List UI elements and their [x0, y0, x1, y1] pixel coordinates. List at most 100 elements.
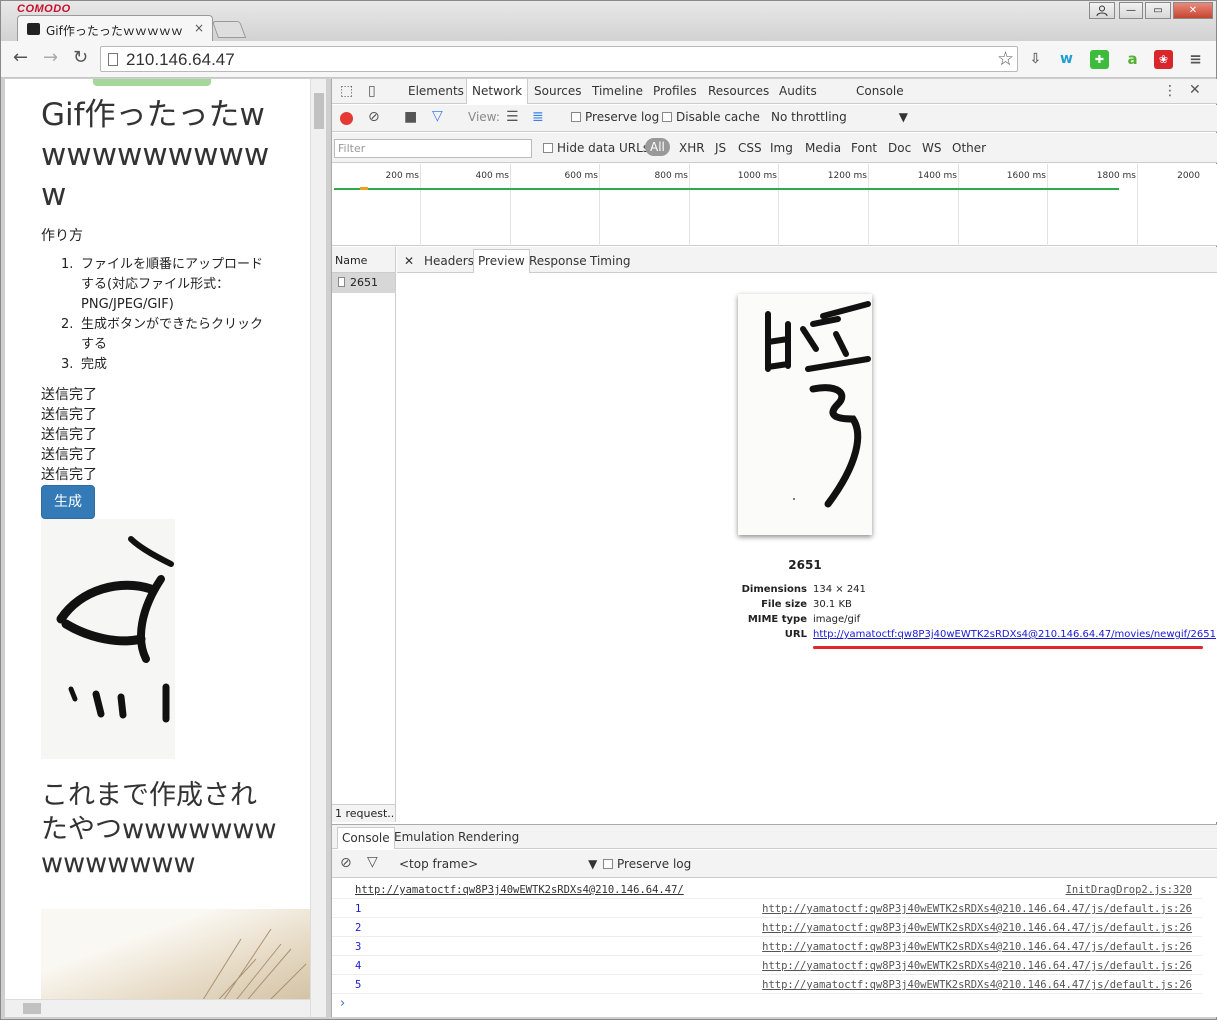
download-icon[interactable]: ⇩ [1026, 50, 1045, 69]
preview-filename: 2651 [788, 558, 822, 572]
reload-icon[interactable]: ↻ [73, 49, 88, 67]
tab-elements[interactable]: Elements [408, 84, 464, 98]
sent-status: 送信完了 [41, 407, 97, 423]
vertical-scrollbar[interactable] [310, 79, 326, 1017]
red-extension-icon[interactable]: ❀ [1154, 50, 1173, 69]
browser-toolbar: ← → ↻ 210.146.64.47 ☆ ⇩ w ✚ a ❀ ≡ [1, 41, 1216, 78]
gallery-heading: これまで作成されたやつwwwwwwwwwwwwww [41, 780, 277, 879]
console-preserve-log-checkbox[interactable]: Preserve log [603, 857, 691, 871]
menu-icon[interactable]: ≡ [1186, 50, 1205, 69]
record-icon[interactable] [340, 112, 353, 125]
disable-cache-checkbox[interactable]: Disable cache [662, 110, 760, 124]
title-bar: COMODO Gif作ったったｗｗｗｗｗ × — ▭ ✕ [1, 1, 1216, 42]
close-detail-icon[interactable]: ✕ [404, 254, 414, 268]
console-source-link[interactable]: http://yamatoctf:qw8P3j40wEWTK2sRDXs4@21… [762, 941, 1192, 953]
timeline-label: 1000 ms [737, 171, 777, 181]
tab-preview[interactable]: Preview [473, 249, 530, 273]
list-item: 1. ファイルを順番にアップロードする(対応ファイル形式：PNG/JPEG/GIF… [61, 257, 264, 312]
user-icon[interactable] [1089, 2, 1115, 19]
waterfall-view-icon[interactable]: ≣ [532, 109, 544, 125]
filter-type-media[interactable]: Media [805, 141, 841, 155]
tab-close-icon[interactable]: × [194, 21, 204, 35]
filter-type-js[interactable]: JS [715, 141, 726, 155]
scrollbar-thumb[interactable] [23, 1003, 41, 1014]
list-item: 3. 完成 [61, 357, 108, 372]
filter-type-font[interactable]: Font [851, 141, 877, 155]
console-source-link[interactable]: http://yamatoctf:qw8P3j40wEWTK2sRDXs4@21… [762, 903, 1192, 915]
console-source-link[interactable]: InitDragDrop2.js:320 [1066, 884, 1192, 896]
filter-type-doc[interactable]: Doc [888, 141, 911, 155]
console-line: 3 http://yamatoctf:qw8P3j40wEWTK2sRDXs4@… [332, 937, 1202, 956]
hide-data-urls-checkbox[interactable]: Hide data URLs [543, 141, 649, 155]
maximize-button[interactable]: ▭ [1145, 2, 1171, 19]
console-line: 2 http://yamatoctf:qw8P3j40wEWTK2sRDXs4@… [332, 918, 1202, 937]
tab-timeline[interactable]: Timeline [592, 84, 643, 98]
tab-resources[interactable]: Resources [708, 84, 769, 98]
close-window-button[interactable]: ✕ [1173, 2, 1213, 19]
inspect-icon[interactable]: ⬚ [340, 83, 353, 99]
tab-audits[interactable]: Audits [779, 84, 817, 98]
console-line: 1 http://yamatoctf:qw8P3j40wEWTK2sRDXs4@… [332, 899, 1202, 918]
detail-tabs: ✕ Headers Preview Response Timing [397, 247, 1217, 273]
tab-network[interactable]: Network [466, 79, 529, 104]
console-source-link[interactable]: http://yamatoctf:qw8P3j40wEWTK2sRDXs4@21… [762, 979, 1192, 991]
puzzle-extension-icon[interactable]: ✚ [1090, 50, 1109, 69]
a-extension-icon[interactable]: a [1123, 50, 1142, 69]
console-source-link[interactable]: http://yamatoctf:qw8P3j40wEWTK2sRDXs4@21… [762, 922, 1192, 934]
console-prompt[interactable]: › [340, 996, 345, 1011]
more-options-icon[interactable]: ⋮ [1163, 83, 1177, 99]
tab-console[interactable]: Console [856, 84, 904, 98]
filter-type-xhr[interactable]: XHR [679, 141, 705, 155]
filter-icon[interactable]: ▽ [432, 108, 443, 124]
list-item: 2. 生成ボタンができたらクリックする [61, 317, 264, 352]
tab-profiles[interactable]: Profiles [653, 84, 697, 98]
tab-headers[interactable]: Headers [424, 254, 474, 268]
filter-type-css[interactable]: CSS [738, 141, 762, 155]
tab-drawer-console[interactable]: Console [337, 827, 395, 849]
generate-button[interactable]: 生成 [41, 485, 95, 519]
request-row[interactable]: 2651 [332, 273, 395, 293]
timeline-marker [360, 187, 368, 190]
preserve-log-checkbox[interactable]: Preserve log [571, 110, 659, 124]
name-column-header[interactable]: Name [332, 247, 395, 273]
forward-arrow-icon[interactable]: → [43, 49, 58, 67]
clear-console-icon[interactable]: ⊘ [340, 855, 352, 871]
bookmark-star-icon[interactable]: ☆ [997, 48, 1014, 70]
url-text[interactable]: 210.146.64.47 [126, 50, 235, 70]
console-link[interactable]: http://yamatoctf:qw8P3j40wEWTK2sRDXs4@21… [355, 884, 684, 896]
new-tab-button[interactable] [211, 21, 247, 38]
close-devtools-icon[interactable]: ✕ [1189, 82, 1201, 98]
filter-type-all[interactable]: All [645, 138, 670, 156]
wave-extension-icon[interactable]: w [1057, 50, 1076, 69]
devtools-panel: ⬚ ▯ Elements Network Sources Timeline Pr… [331, 79, 1217, 1017]
console-source-link[interactable]: http://yamatoctf:qw8P3j40wEWTK2sRDXs4@21… [762, 960, 1192, 972]
tab-sources[interactable]: Sources [534, 84, 581, 98]
filter-input[interactable]: Filter [334, 139, 532, 158]
request-count: 1 request... [332, 804, 395, 822]
device-mode-icon[interactable]: ▯ [368, 83, 376, 99]
tab-rendering[interactable]: Rendering [458, 830, 519, 844]
preview-image [738, 294, 872, 535]
tab-timing[interactable]: Timing [590, 254, 631, 268]
address-bar[interactable]: 210.146.64.47 ☆ [100, 46, 1018, 72]
preview-url-link[interactable]: http://yamatoctf:qw8P3j40wEWTK2sRDXs4@21… [813, 629, 1216, 640]
back-arrow-icon[interactable]: ← [13, 49, 28, 67]
throttling-select[interactable]: No throttling ▼ [771, 110, 908, 124]
horizontal-scrollbar[interactable] [5, 999, 310, 1017]
scrollbar-thumb[interactable] [314, 93, 324, 129]
camera-icon[interactable]: ■ [404, 109, 417, 125]
minimize-button[interactable]: — [1119, 2, 1143, 19]
sent-status: 送信完了 [41, 467, 97, 483]
browser-tab[interactable]: Gif作ったったｗｗｗｗｗ × [17, 15, 213, 42]
sent-status: 送信完了 [41, 387, 97, 403]
console-filter-icon[interactable]: ▽ [367, 854, 378, 870]
tab-emulation[interactable]: Emulation [394, 830, 455, 844]
filter-type-other[interactable]: Other [952, 141, 986, 155]
frame-select[interactable]: <top frame> ▼ [399, 857, 597, 871]
clear-icon[interactable]: ⊘ [368, 109, 380, 125]
list-view-icon[interactable]: ☰ [506, 109, 519, 125]
filter-type-img[interactable]: Img [770, 141, 793, 155]
filter-type-ws[interactable]: WS [922, 141, 941, 155]
tab-response[interactable]: Response [529, 254, 587, 268]
sent-status-list: 送信完了 送信完了 送信完了 送信完了 送信完了 [41, 385, 97, 485]
